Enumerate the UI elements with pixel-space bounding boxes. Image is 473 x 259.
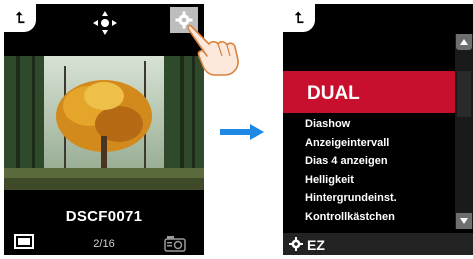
photo-autumn-tree[interactable] xyxy=(4,56,204,190)
bottom-bar: 2/16 xyxy=(4,230,204,255)
menu-item[interactable]: Helligkeit xyxy=(305,171,455,190)
menu-header-label: DUAL xyxy=(307,83,360,104)
menu-header[interactable]: DUAL xyxy=(283,71,455,113)
camera-icon[interactable] xyxy=(164,234,186,252)
chevron-up-icon xyxy=(460,39,468,45)
left-screen: ⮤ DSCF0071 2/16 xyxy=(4,4,204,255)
gear-icon[interactable] xyxy=(289,237,303,251)
menu-item[interactable]: Dias 4 anzeigen xyxy=(305,152,455,171)
scroll-up-button[interactable] xyxy=(456,34,472,50)
photo-filename: DSCF0071 xyxy=(65,208,143,225)
chevron-down-icon xyxy=(460,218,468,224)
menu-item[interactable]: Anzeigeintervall xyxy=(305,134,455,153)
scroll-down-button[interactable] xyxy=(456,213,472,229)
back-button[interactable]: ⮤ xyxy=(4,4,36,32)
pointing-hand-icon xyxy=(187,24,239,76)
top-bar: ⮤ xyxy=(4,4,204,42)
ez-label[interactable]: EZ xyxy=(307,237,325,253)
navigation-pad-icon[interactable] xyxy=(92,10,118,36)
right-screen: ⮤ DUAL Diashow Anzeigeintervall Dias 4 a… xyxy=(283,4,473,255)
right-arrow-icon xyxy=(220,124,264,140)
scroll-thumb[interactable] xyxy=(457,71,471,117)
menu-item[interactable]: Diashow xyxy=(305,115,455,134)
scrollbar[interactable] xyxy=(455,34,473,229)
back-button[interactable]: ⮤ xyxy=(283,4,315,32)
menu-item[interactable]: Hintergrundeinst. xyxy=(305,189,455,208)
menu-item[interactable]: Kontrollkästchen xyxy=(305,208,455,227)
top-bar: ⮤ xyxy=(283,4,473,42)
bottom-bar: EZ xyxy=(283,233,473,255)
menu-list: Diashow Anzeigeintervall Dias 4 anzeigen… xyxy=(305,115,455,226)
